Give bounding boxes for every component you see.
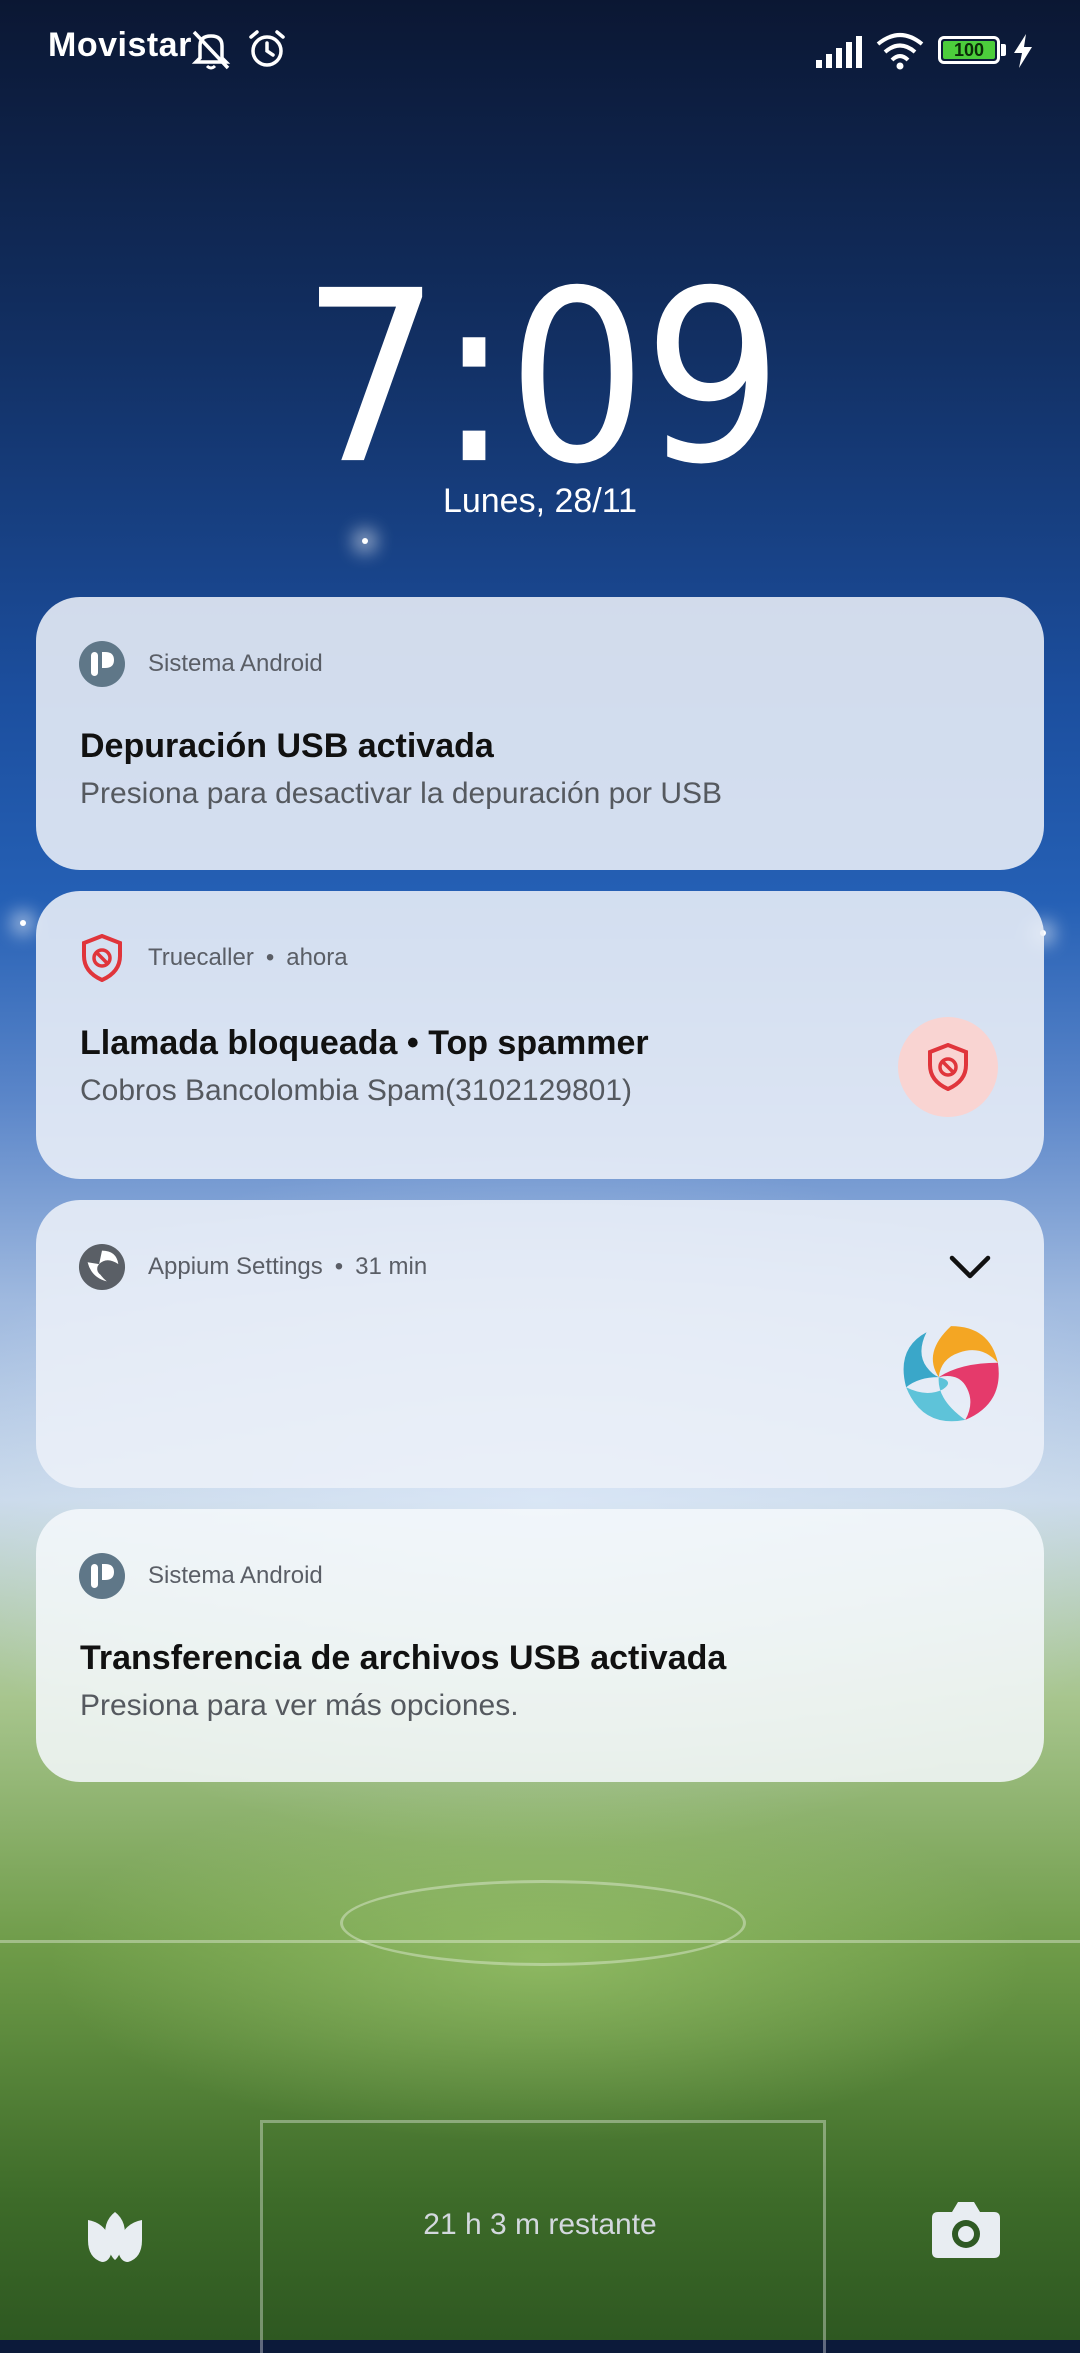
carrier-name: Movistar [48,26,192,64]
pitch-midline [0,1940,1080,1943]
notification-appium-settings[interactable]: Appium Settings • 31 min [36,1200,1044,1488]
notification-title: Llamada bloqueada • Top spammer [80,1024,649,1062]
separator-dot: • [334,1253,344,1280]
battery-tip [1001,44,1006,56]
truecaller-shield-icon [78,934,126,982]
android-system-icon [78,640,126,688]
notification-body: Cobros Bancolombia Spam(3102129801) [80,1074,633,1107]
notification-body: Presiona para desactivar la depuración p… [80,777,723,810]
notification-truecaller[interactable]: Truecaller • ahora Llamada bloqueada • T… [36,891,1044,1179]
notification-usb-debugging[interactable]: Sistema Android Depuración USB activada … [36,597,1044,870]
wifi-icon [876,33,924,70]
chevron-down-icon[interactable] [946,1246,994,1286]
notification-title: Depuración USB activada [80,727,494,765]
charging-icon [1014,34,1032,68]
notification-header: Sistema Android [78,639,323,689]
notification-header: Truecaller • ahora [78,933,348,983]
notification-time: ahora [286,944,348,971]
pitch-center-circle [340,1880,746,1966]
lock-date: Lunes, 28/11 [442,482,638,520]
notification-app-name: Sistema Android [148,650,323,677]
camera-icon[interactable] [930,2196,1002,2260]
mute-icon [191,30,231,70]
status-bar: Movistar 100 [0,0,1080,100]
signal-icon [816,36,862,68]
lock-clock: 7:09 [300,239,783,517]
notification-title: Transferencia de archivos USB activada [80,1639,727,1677]
notification-body: Presiona para ver más opciones. [80,1689,519,1722]
battery-icon: 100 [938,36,1000,64]
stadium-light [20,920,26,926]
notification-header: Appium Settings • 31 min [78,1242,427,1292]
separator-dot: • [265,944,275,971]
blocked-call-badge [898,1017,998,1117]
alarm-icon [249,30,285,67]
notification-app-name: Appium Settings [148,1253,323,1280]
appium-icon [78,1243,126,1291]
notification-header: Sistema Android [78,1551,323,1601]
notification-time: 31 min [355,1253,428,1280]
battery-remaining-text: 21 h 3 m restante [423,2208,657,2241]
stadium-light [362,538,368,544]
blocked-shield-icon [928,1043,968,1091]
battery-level: 100 [943,41,995,59]
notification-app-name: Sistema Android [148,1562,323,1589]
notification-app-name: Truecaller [148,944,254,971]
appium-logo [903,1326,999,1422]
android-system-icon [78,1552,126,1600]
notification-usb-file-transfer[interactable]: Sistema Android Transferencia de archivo… [36,1509,1044,1782]
